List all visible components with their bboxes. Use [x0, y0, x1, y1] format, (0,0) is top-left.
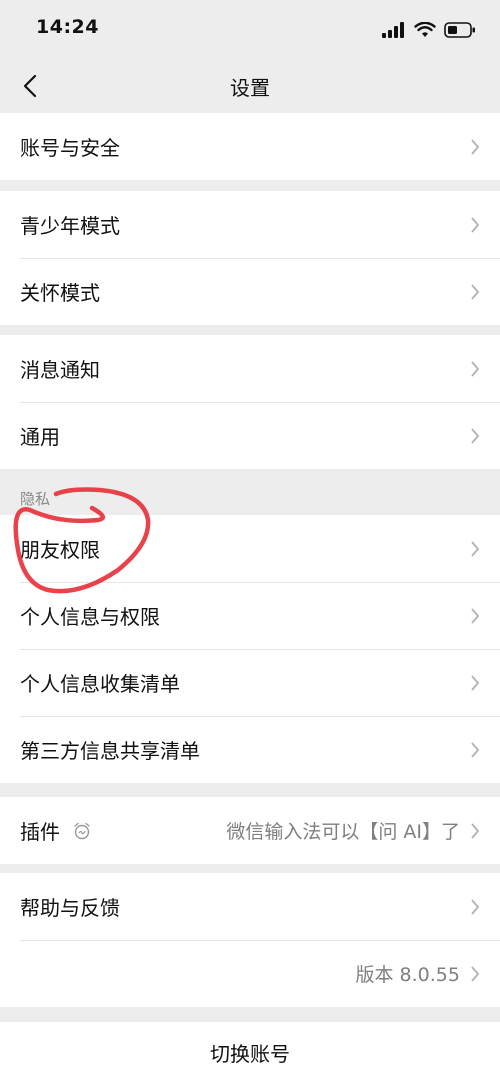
about-version-row[interactable]: 版本 8.0.55 — [0, 940, 500, 1007]
row-label: 朋友权限 — [20, 538, 100, 562]
chevron-right-icon — [471, 674, 480, 691]
row-label: 账号与安全 — [20, 136, 120, 160]
page-title: 设置 — [230, 76, 270, 100]
status-bar: 14:24 — [0, 0, 500, 60]
modes-group: 青少年模式 关怀模式 — [0, 191, 500, 325]
privacy-group: 朋友权限 个人信息与权限 个人信息收集清单 第三方信息共享清单 — [0, 515, 500, 783]
friend-permissions-row[interactable]: 朋友权限 — [0, 515, 500, 582]
row-label: 插件 — [20, 820, 60, 844]
plugins-row[interactable]: 插件 微信输入法可以【问 AI】了 — [0, 797, 500, 864]
privacy-section-header: 隐私 — [20, 490, 51, 508]
help-feedback-row[interactable]: 帮助与反馈 — [0, 873, 500, 940]
help-group: 帮助与反馈 版本 8.0.55 — [0, 873, 500, 1007]
chevron-right-icon — [471, 965, 480, 982]
row-label: 青少年模式 — [20, 214, 120, 238]
cellular-signal-icon — [382, 22, 404, 38]
notifications-row[interactable]: 消息通知 — [0, 335, 500, 402]
chevron-right-icon — [471, 427, 480, 444]
chevron-right-icon — [471, 138, 480, 155]
third-party-sharing-row[interactable]: 第三方信息共享清单 — [0, 716, 500, 783]
row-label: 个人信息与权限 — [20, 605, 160, 629]
general-group: 消息通知 通用 — [0, 335, 500, 469]
wifi-icon — [414, 22, 436, 37]
version-text: 版本 8.0.55 — [355, 964, 460, 986]
plugin-group: 插件 微信输入法可以【问 AI】了 — [0, 797, 500, 864]
row-label: 关怀模式 — [20, 281, 100, 305]
nav-bar: 设置 — [0, 60, 500, 112]
chevron-right-icon — [471, 607, 480, 624]
status-time: 14:24 — [36, 16, 99, 38]
alarm-clock-icon — [72, 821, 92, 841]
account-security-row[interactable]: 账号与安全 — [0, 113, 500, 180]
switch-account-button[interactable]: 切换账号 — [0, 1022, 500, 1082]
row-label: 个人信息收集清单 — [20, 672, 180, 696]
switch-account-label: 切换账号 — [210, 1042, 290, 1066]
chevron-right-icon — [471, 540, 480, 557]
status-icons — [382, 18, 476, 42]
chevron-right-icon — [471, 898, 480, 915]
chevron-right-icon — [471, 283, 480, 300]
row-label: 通用 — [20, 425, 60, 449]
chevron-right-icon — [471, 216, 480, 233]
plugin-promo-text: 微信输入法可以【问 AI】了 — [226, 821, 460, 843]
chevron-right-icon — [471, 360, 480, 377]
general-settings-row[interactable]: 通用 — [0, 402, 500, 469]
battery-icon — [444, 22, 475, 38]
chevron-right-icon — [471, 741, 480, 758]
row-label: 消息通知 — [20, 358, 100, 382]
account-group: 账号与安全 — [0, 113, 500, 180]
row-label: 第三方信息共享清单 — [20, 739, 200, 763]
personal-info-collection-row[interactable]: 个人信息收集清单 — [0, 649, 500, 716]
personal-info-permissions-row[interactable]: 个人信息与权限 — [0, 582, 500, 649]
chevron-right-icon — [471, 822, 480, 839]
row-label: 帮助与反馈 — [20, 896, 120, 920]
care-mode-row[interactable]: 关怀模式 — [0, 258, 500, 325]
youth-mode-row[interactable]: 青少年模式 — [0, 191, 500, 258]
